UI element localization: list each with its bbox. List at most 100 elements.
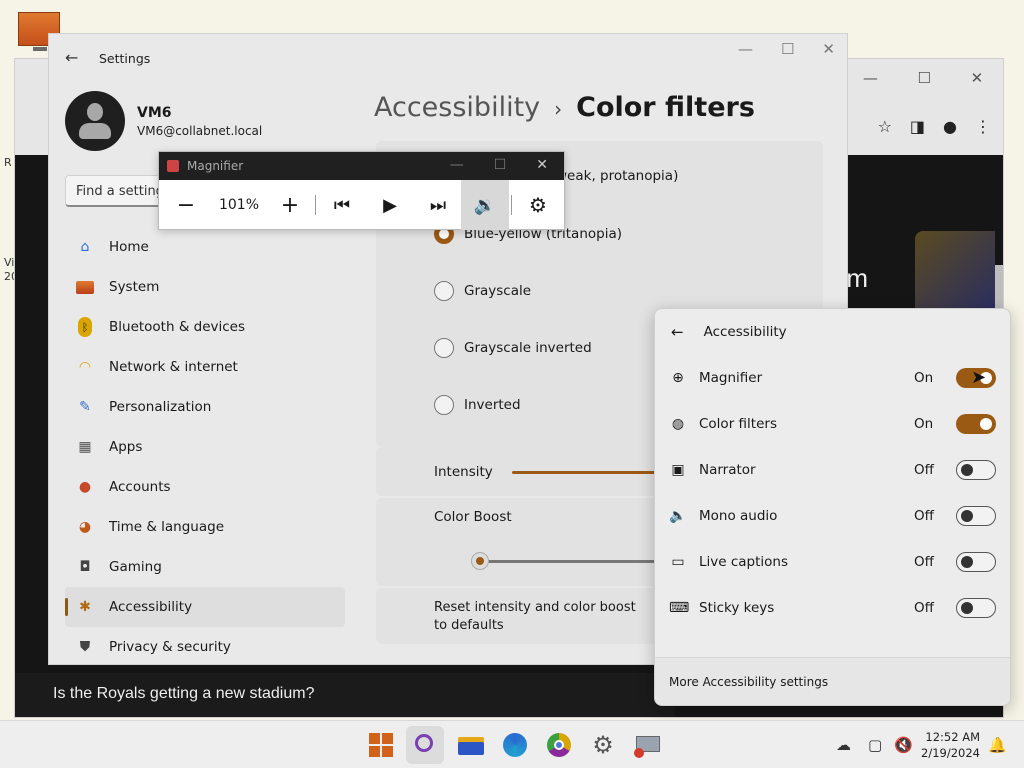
magnifier-toolbar: Magnifier — ☐ ✕ − 101% + ⏮ ▶ ⏭ 🔉 ⚙ [158,151,565,230]
maximize-icon[interactable]: ☐ [494,157,507,173]
quick-toggle-state: Off [914,462,934,478]
remote-desktop-icon[interactable] [632,730,662,760]
clock[interactable]: 12:52 AM 2/19/2024 [921,729,980,761]
sticky-keys-toggle[interactable] [956,598,996,618]
sidebar-item-accounts[interactable]: ● Accounts [65,467,345,507]
quick-toggle-live-captions: ▭ Live captions Off [669,547,996,577]
filter-option-label: Grayscale inverted [464,340,592,356]
close-icon[interactable]: ✕ [822,40,835,58]
menu-dots-icon[interactable]: ⋮ [975,117,991,136]
system-icon [75,277,95,297]
breadcrumb-separator: › [554,97,563,121]
maximize-icon[interactable]: ☐ [781,40,794,58]
sidebar-item-privacy-security[interactable]: ⛊ Privacy & security [65,627,345,667]
sidebar-item-time-language[interactable]: ◕ Time & language [65,507,345,547]
filter-option-label: weak, protanopia) [556,168,679,184]
profile-icon[interactable]: ● [943,117,957,136]
filter-option-label: Grayscale [464,283,532,299]
edge-browser-icon[interactable] [500,730,530,760]
mouse-cursor-icon: ➤ [971,367,987,388]
star-icon[interactable]: ☆ [878,117,892,136]
palette-icon: ◍ [671,416,685,432]
sidebar-item-personalization[interactable]: ✎ Personalization [65,387,345,427]
radio-button[interactable] [434,338,454,358]
magnifier-titlebar: Magnifier — ☐ ✕ [159,152,564,180]
mono-audio-toggle[interactable] [956,506,996,526]
more-accessibility-settings-link[interactable]: More Accessibility settings [655,657,1010,705]
avatar[interactable] [65,91,125,151]
sidebar-item-apps[interactable]: ▦ Apps [65,427,345,467]
sidebar-item-label: Home [109,239,149,255]
magnifier-taskbar-icon[interactable] [406,726,444,764]
quick-toggle-label: Sticky keys [699,600,775,616]
sidebar-item-home[interactable]: ⌂ Home [65,227,345,267]
notification-bell-icon[interactable]: 🔔 [988,721,1007,768]
display-icon[interactable]: ▢ [868,721,882,768]
quick-toggle-label: Narrator [699,462,756,478]
previous-paragraph-button[interactable]: ⏮ [327,180,357,230]
start-button[interactable] [366,730,396,760]
gear-icon[interactable]: ⚙ [523,180,553,230]
intensity-slider[interactable] [512,471,672,474]
desktop-side-text: R [4,156,12,169]
back-arrow-icon[interactable]: ← [671,323,684,341]
sidebar-item-gaming[interactable]: ◘ Gaming [65,547,345,587]
keyboard-icon: ⌨ [669,600,690,616]
sidebar-icon[interactable]: ◨ [910,117,925,136]
quick-toggle-sticky-keys: ⌨ Sticky keys Off [669,593,996,623]
toolbar-divider [315,195,316,215]
chrome-browser-icon[interactable] [544,730,574,760]
read-from-here-button[interactable]: 🔉 [461,180,509,230]
minimize-icon[interactable]: — [738,40,753,58]
settings-gear-icon[interactable]: ⚙ [588,730,618,760]
news-thumbnail[interactable] [915,231,995,311]
color-boost-slider-thumb[interactable] [471,552,489,570]
captions-icon: ▭ [671,554,685,570]
filter-option-protanopia[interactable]: weak, protanopia) [556,168,678,184]
filter-option-grayscale-inverted[interactable]: Grayscale inverted [434,338,592,358]
close-icon[interactable]: ✕ [971,69,984,87]
sidebar-item-label: Privacy & security [109,639,231,655]
minimize-icon[interactable]: — [450,157,464,173]
gamepad-icon: ◘ [79,559,91,575]
magnifier-window-controls: — ☐ ✕ [450,157,548,173]
narrator-toggle[interactable] [956,460,996,480]
minimize-icon[interactable]: — [863,69,878,87]
reset-label-line: Reset intensity and color boost [434,600,636,615]
live-captions-toggle[interactable] [956,552,996,572]
volume-muted-icon[interactable]: 🔇 [894,721,913,768]
radio-button[interactable] [434,281,454,301]
news-headline[interactable]: Is the Royals getting a new stadium? [15,673,675,717]
accessibility-icon: ✱ [79,599,91,615]
quick-toggle-label: Mono audio [699,508,778,524]
maximize-icon[interactable]: ☐ [917,69,930,87]
wifi-icon: ◠ [78,359,92,375]
window-title: Settings [99,51,151,66]
radio-button[interactable] [434,395,454,415]
play-button[interactable]: ▶ [375,180,405,230]
color-filters-toggle[interactable] [956,414,996,434]
zoom-out-button[interactable]: − [171,180,201,230]
next-paragraph-button[interactable]: ⏭ [423,180,453,230]
clock-date: 2/19/2024 [921,746,980,760]
file-explorer-icon[interactable] [456,730,486,760]
quick-toggle-label: Color filters [699,416,777,432]
sidebar-item-label: Bluetooth & devices [109,319,246,335]
user-name: VM6 [137,105,172,121]
breadcrumb-parent[interactable]: Accessibility [374,92,540,123]
filter-option-inverted[interactable]: Inverted [434,395,521,415]
sidebar-item-network[interactable]: ◠ Network & internet [65,347,345,387]
quick-toggle-state: On [914,370,934,386]
sidebar-item-system[interactable]: System [65,267,345,307]
close-icon[interactable]: ✕ [536,157,548,173]
sidebar-item-bluetooth[interactable]: ᛒ Bluetooth & devices [65,307,345,347]
back-arrow-icon[interactable]: ← [65,48,78,67]
sidebar-item-label: Network & internet [109,359,238,375]
network-disconnected-icon[interactable]: ☁ [836,721,851,768]
filter-option-grayscale[interactable]: Grayscale [434,281,531,301]
zoom-in-button[interactable]: + [275,180,305,230]
clock-time: 12:52 AM [925,730,980,744]
quick-toggle-state: Off [914,508,934,524]
sidebar-item-accessibility[interactable]: ✱ Accessibility [65,587,345,627]
quick-toggle-state: Off [914,554,934,570]
